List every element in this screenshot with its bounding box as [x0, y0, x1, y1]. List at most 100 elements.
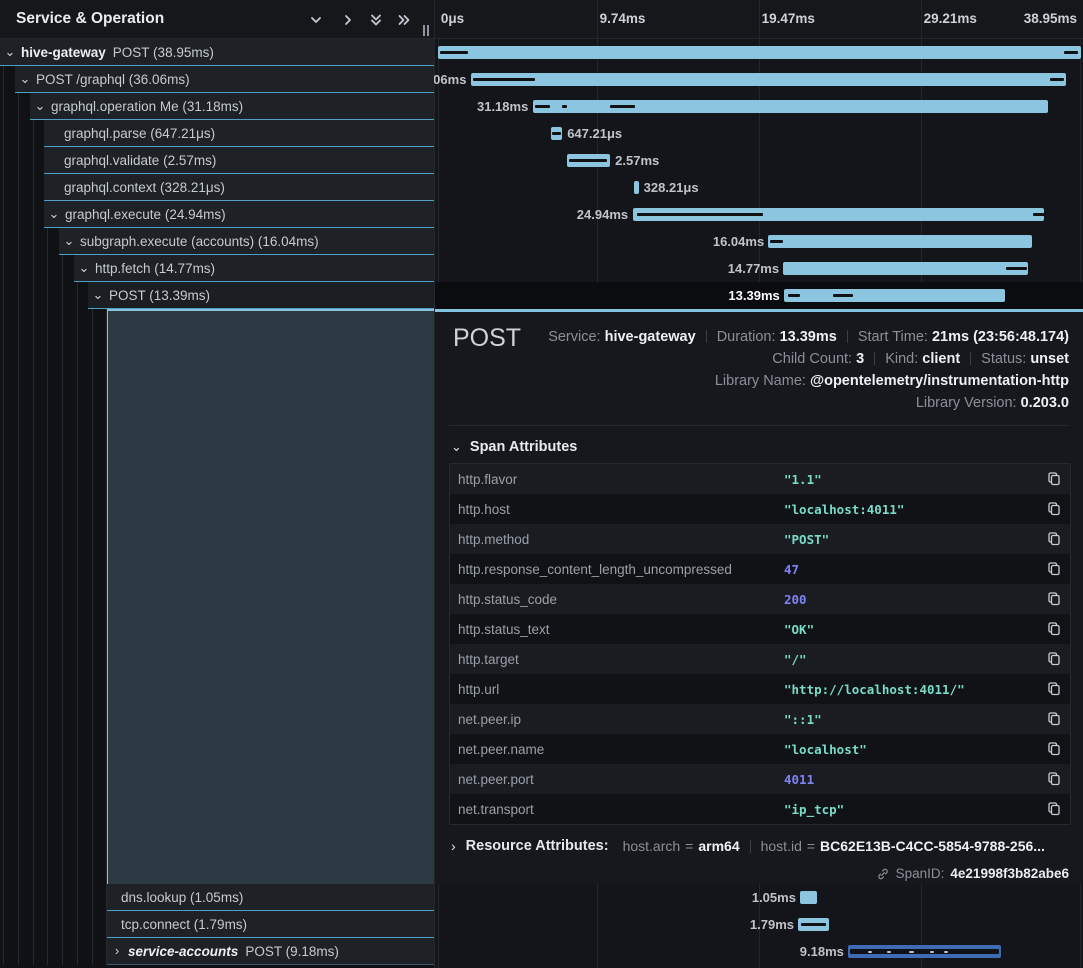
span-bar[interactable]: [800, 891, 817, 904]
copy-icon[interactable]: [1046, 561, 1062, 577]
span-bar-inset: [801, 923, 826, 926]
timeline-row: 31.18ms: [435, 93, 1083, 120]
span-duration-label: 1.05ms: [752, 890, 796, 905]
attribute-value: 200: [784, 592, 807, 607]
resource-attr-value: arm64: [698, 838, 739, 854]
operation-name: graphql.execute (24.94ms): [65, 207, 226, 222]
operation-name: http.fetch (14.77ms): [95, 261, 215, 276]
copy-icon[interactable]: [1046, 591, 1062, 607]
timeline-panel: 0μs 9.74ms 19.47ms 29.21ms 38.95ms 36.06…: [434, 0, 1083, 968]
span-id-label: SpanID:: [896, 866, 945, 881]
span-bar-inset: [562, 105, 567, 108]
span-bar-inset: [1050, 78, 1064, 81]
chevron-right-icon[interactable]: ›: [111, 946, 123, 956]
operation-name: graphql.parse (647.21μs): [64, 126, 215, 141]
tree-row-graphql-context[interactable]: graphql.context (328.21μs): [44, 174, 434, 201]
waterfall-lower: 1.05ms 1.79ms 9.18ms: [435, 884, 1083, 968]
chevron-down-icon[interactable]: ⌄: [4, 47, 16, 57]
ruler-tick: 29.21ms: [924, 11, 977, 26]
span-bar[interactable]: [634, 181, 639, 194]
span-bar[interactable]: [438, 46, 1081, 59]
span-duration-label: 14.77ms: [728, 261, 779, 276]
tree-row-service-accounts-post[interactable]: › service-accounts POST (9.18ms): [107, 938, 434, 965]
span-attributes-toggle[interactable]: ⌄ Span Attributes: [451, 439, 577, 455]
tree-row-graphql-validate[interactable]: graphql.validate (2.57ms): [44, 147, 434, 174]
chevron-down-icon[interactable]: ⌄: [19, 74, 31, 84]
resource-attributes-toggle[interactable]: › Resource Attributes: host.arch = arm64…: [451, 838, 1045, 854]
tree-row-dns-lookup[interactable]: dns.lookup (1.05ms): [107, 884, 434, 911]
attribute-row: http.status_code 200: [450, 584, 1070, 614]
copy-icon[interactable]: [1046, 801, 1062, 817]
span-tree-panel: ⌄ hive-gateway POST (38.95ms) ⌄ POST /gr…: [0, 0, 434, 968]
span-bar[interactable]: [768, 235, 1032, 248]
attribute-value: "OK": [784, 622, 814, 637]
tree-header-title: Service & Operation: [16, 10, 164, 28]
span-bar-tick: [930, 951, 934, 953]
tree-row-graphql-execute[interactable]: ⌄ graphql.execute (24.94ms): [44, 201, 434, 228]
attribute-key: net.peer.name: [458, 742, 784, 757]
tree-row-post-selected[interactable]: ⌄ POST (13.39ms): [88, 282, 434, 309]
copy-icon[interactable]: [1046, 531, 1062, 547]
tree-row-tcp-connect[interactable]: tcp.connect (1.79ms): [107, 911, 434, 938]
collapse-one-level-button[interactable]: [308, 12, 324, 28]
span-attributes-table: http.flavor "1.1" http.host "localhost:4…: [449, 463, 1071, 825]
span-duration-label: 9.18ms: [800, 944, 844, 959]
span-bar[interactable]: [783, 262, 1028, 275]
attribute-key: net.transport: [458, 802, 784, 817]
span-duration-label: 328.21μs: [644, 180, 699, 195]
operation-name: POST (38.95ms): [113, 45, 214, 60]
tree-row-post-graphql[interactable]: ⌄ POST /graphql (36.06ms): [15, 66, 434, 93]
span-bar-inset: [1064, 51, 1078, 54]
chevron-down-icon[interactable]: ⌄: [92, 290, 104, 300]
copy-icon[interactable]: [1046, 741, 1062, 757]
operation-name: subgraph.execute (accounts) (16.04ms): [80, 234, 319, 249]
copy-icon[interactable]: [1046, 771, 1062, 787]
tree-header: Service & Operation: [0, 0, 434, 39]
timeline-ruler: 0μs 9.74ms 19.47ms 29.21ms 38.95ms: [435, 0, 1083, 39]
tree-row-http-fetch[interactable]: ⌄ http.fetch (14.77ms): [74, 255, 434, 282]
ruler-gridline: [597, 0, 598, 38]
attribute-value: 47: [784, 562, 799, 577]
timeline-row: 14.77ms: [435, 255, 1083, 282]
span-bar-inset: [569, 159, 607, 162]
tree-row-subgraph-execute[interactable]: ⌄ subgraph.execute (accounts) (16.04ms): [59, 228, 434, 255]
timeline-row: 647.21μs: [435, 120, 1083, 147]
copy-icon[interactable]: [1046, 471, 1062, 487]
expand-all-button[interactable]: [396, 12, 412, 28]
span-bar[interactable]: [784, 289, 1005, 302]
attribute-row: net.peer.port 4011: [450, 764, 1070, 794]
copy-icon[interactable]: [1046, 651, 1062, 667]
tree-row-graphql-operation[interactable]: ⌄ graphql.operation Me (31.18ms): [30, 93, 434, 120]
attribute-row: http.url "http://localhost:4011/": [450, 674, 1070, 704]
attribute-row: http.target "/": [450, 644, 1070, 674]
trace-viewer: ⌄ hive-gateway POST (38.95ms) ⌄ POST /gr…: [0, 0, 1083, 968]
indent-guide: [33, 52, 34, 965]
copy-icon[interactable]: [1046, 621, 1062, 637]
tree-row-hive-gateway-post[interactable]: ⌄ hive-gateway POST (38.95ms): [0, 39, 434, 66]
operation-name: graphql.validate (2.57ms): [64, 153, 216, 168]
timeline-row-selected: 13.39ms: [435, 282, 1083, 309]
span-duration-label: 1.79ms: [750, 917, 794, 932]
copy-icon[interactable]: [1046, 501, 1062, 517]
attribute-key: http.host: [458, 502, 784, 517]
copy-icon[interactable]: [1046, 711, 1062, 727]
span-bar-tick: [909, 951, 914, 953]
chevron-down-icon[interactable]: ⌄: [48, 209, 60, 219]
chevron-down-icon[interactable]: ⌄: [34, 101, 46, 111]
tree-row-graphql-parse[interactable]: graphql.parse (647.21μs): [44, 120, 434, 147]
timeline-row: 16.04ms: [435, 228, 1083, 255]
span-bar-tick: [887, 951, 891, 953]
resource-attr-value: BC62E13B-C4CC-5854-9788-256...: [820, 838, 1045, 854]
expand-one-level-button[interactable]: [340, 12, 356, 28]
collapse-all-button[interactable]: [368, 12, 384, 28]
ruler-tick: 19.47ms: [762, 11, 815, 26]
span-bar[interactable]: [471, 73, 1066, 86]
chevron-down-icon[interactable]: ⌄: [78, 263, 90, 273]
copy-icon[interactable]: [1046, 681, 1062, 697]
column-resize-grip[interactable]: [422, 25, 430, 36]
attribute-value: "/": [784, 652, 807, 667]
span-duration-label: 13.39ms: [728, 288, 779, 303]
chevron-down-icon[interactable]: ⌄: [63, 236, 75, 246]
service-name: service-accounts: [128, 944, 238, 959]
resource-attr-key: host.id: [761, 838, 802, 854]
